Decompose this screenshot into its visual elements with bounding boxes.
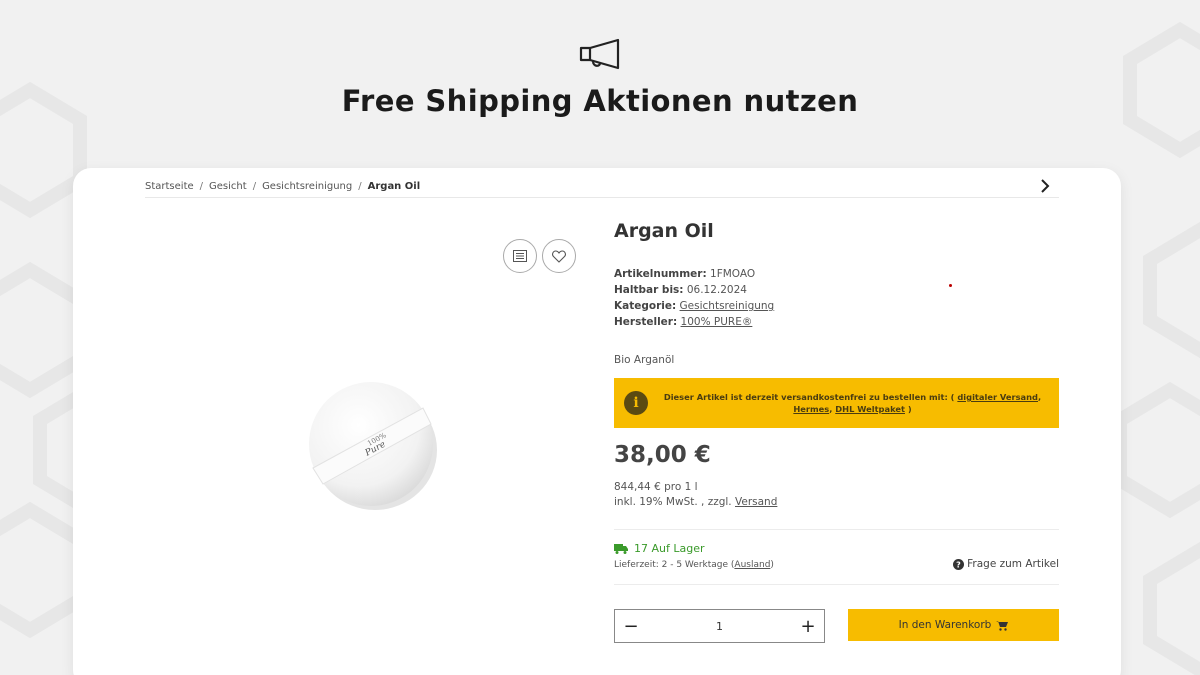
- breadcrumb: Startseite / Gesicht / Gesichtsreinigung…: [145, 175, 1059, 198]
- svg-text:?: ?: [956, 560, 961, 569]
- truck-icon: [614, 543, 628, 554]
- notice-link-digital[interactable]: digitaler Versand: [957, 392, 1038, 402]
- delivery-time: Lieferzeit: 2 - 5 Werktage (Ausland): [614, 560, 774, 570]
- question-circle-icon: ?: [953, 558, 965, 570]
- best-before-value: 06.12.2024: [686, 284, 747, 296]
- notice-link-dhl[interactable]: DHL Weltpaket: [835, 404, 905, 414]
- category-label: Kategorie:: [614, 300, 677, 312]
- breadcrumb-current: Argan Oil: [367, 180, 421, 192]
- chevron-right-icon[interactable]: [1039, 179, 1051, 193]
- shipping-link[interactable]: Versand: [735, 496, 777, 508]
- quantity-input[interactable]: [647, 619, 792, 633]
- stock-row: 17 Auf Lager Lieferzeit: 2 - 5 Werktage …: [614, 530, 1059, 584]
- quantity-increase-button[interactable]: +: [792, 610, 824, 642]
- promo-banner: Free Shipping Aktionen nutzen: [0, 36, 1200, 118]
- tax-info: inkl. 19% MwSt. , zzgl.: [614, 496, 732, 508]
- product-meta: Artikelnummer: 1FMOAO Haltbar bis: 06.12…: [614, 266, 1059, 330]
- heart-icon: [552, 249, 566, 263]
- stock-status: 17 Auf Lager: [614, 542, 705, 555]
- purchase-row: − + In den Warenkorb: [614, 585, 1059, 655]
- sku-value: 1FMOAO: [710, 268, 756, 280]
- info-icon: i: [624, 391, 648, 415]
- question-label: Frage zum Artikel: [967, 558, 1059, 570]
- breadcrumb-item-face[interactable]: Gesicht: [209, 181, 247, 192]
- short-description: Bio Arganöl: [614, 354, 675, 366]
- quantity-stepper: − +: [614, 609, 825, 643]
- compare-button[interactable]: [503, 239, 537, 273]
- product-card: Startseite / Gesicht / Gesichtsreinigung…: [73, 168, 1121, 675]
- delivery-abroad-link[interactable]: Ausland: [734, 560, 770, 570]
- notice-link-hermes[interactable]: Hermes: [793, 404, 829, 414]
- megaphone-icon: [579, 38, 620, 70]
- free-shipping-notice: i Dieser Artikel ist derzeit versandkost…: [614, 378, 1059, 428]
- manufacturer-label: Hersteller:: [614, 316, 678, 328]
- add-to-cart-label: In den Warenkorb: [898, 619, 992, 631]
- product-price: 38,00 €: [614, 442, 711, 468]
- manufacturer-link[interactable]: 100% PURE®: [681, 316, 753, 328]
- sku-label: Artikelnummer:: [614, 268, 707, 280]
- breadcrumb-separator: /: [358, 180, 362, 192]
- product-info: Argan Oil Artikelnummer: 1FMOAO Haltbar …: [614, 220, 1059, 655]
- product-title: Argan Oil: [614, 220, 714, 242]
- cart-icon: [996, 620, 1009, 631]
- price-details: 844,44 € pro 1 l inkl. 19% MwSt. , zzgl.…: [614, 480, 1059, 510]
- breadcrumb-separator: /: [199, 180, 204, 192]
- breadcrumb-item-home[interactable]: Startseite: [145, 181, 194, 192]
- list-icon: [513, 250, 527, 262]
- add-to-cart-button[interactable]: In den Warenkorb: [848, 609, 1059, 641]
- wishlist-button[interactable]: [542, 239, 576, 273]
- category-link[interactable]: Gesichtsreinigung: [680, 300, 775, 312]
- promo-title: Free Shipping Aktionen nutzen: [341, 84, 859, 118]
- notice-text: Dieser Artikel ist derzeit versandkosten…: [663, 392, 1042, 414]
- best-before-label: Haltbar bis:: [614, 284, 684, 296]
- breadcrumb-separator: /: [252, 180, 257, 192]
- product-image[interactable]: 100% Pure: [305, 378, 441, 514]
- stock-text: 17 Auf Lager: [634, 542, 705, 555]
- question-about-item[interactable]: ? Frage zum Artikel: [953, 558, 1059, 570]
- marker-dot: [949, 284, 952, 287]
- breadcrumb-item-cleansing[interactable]: Gesichtsreinigung: [262, 181, 352, 192]
- unit-price: 844,44 € pro 1 l: [614, 481, 698, 493]
- quantity-decrease-button[interactable]: −: [615, 610, 647, 642]
